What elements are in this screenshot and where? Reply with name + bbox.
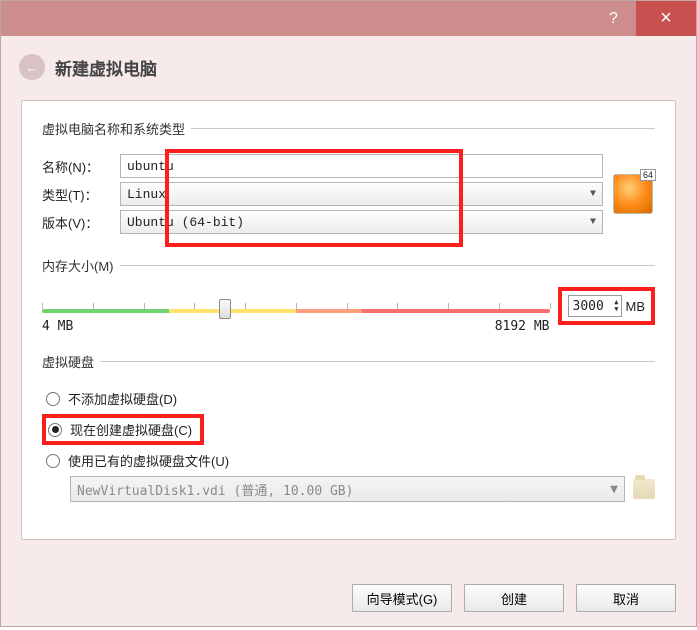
chevron-down-icon: ▼ bbox=[610, 482, 618, 497]
titlebar: ? × bbox=[1, 1, 696, 36]
name-label: 名称(N)： bbox=[42, 157, 114, 176]
chevron-down-icon: ▼ bbox=[590, 217, 596, 228]
radio-icon bbox=[46, 454, 60, 468]
chevron-down-icon: ▼ bbox=[590, 189, 596, 200]
version-label: 版本(V)： bbox=[42, 213, 114, 232]
memory-max-label: 8192 MB bbox=[495, 319, 550, 334]
slider-thumb[interactable] bbox=[219, 299, 231, 319]
radio-create-disk-label: 现在创建虚拟硬盘(C) bbox=[70, 420, 192, 439]
group-harddisk: 虚拟硬盘 不添加虚拟硬盘(D) 现在创建虚拟硬盘(C) 使用已有的虚拟硬盘文件(… bbox=[42, 352, 655, 502]
radio-create-disk[interactable]: 现在创建虚拟硬盘(C) bbox=[48, 420, 192, 439]
spinner-arrows-icon[interactable]: ▲▼ bbox=[614, 299, 618, 313]
close-button[interactable]: × bbox=[636, 1, 696, 36]
radio-existing-disk-label: 使用已有的虚拟硬盘文件(U) bbox=[68, 451, 229, 470]
os-icon: 64 bbox=[613, 174, 653, 214]
name-input[interactable]: ubuntu bbox=[120, 154, 603, 178]
type-label: 类型(T)： bbox=[42, 185, 114, 204]
version-select[interactable]: Ubuntu (64-bit) ▼ bbox=[120, 210, 603, 234]
dialog-window: ? × ← 新建虚拟电脑 虚拟电脑名称和系统类型 名称(N)： ubuntu bbox=[0, 0, 697, 627]
existing-disk-select: NewVirtualDisk1.vdi (普通, 10.00 GB) ▼ bbox=[70, 476, 625, 502]
back-button[interactable]: ← bbox=[19, 54, 45, 80]
memory-unit: MB bbox=[626, 299, 646, 314]
cancel-button[interactable]: 取消 bbox=[576, 584, 676, 612]
type-select[interactable]: Linux ▼ bbox=[120, 182, 603, 206]
memory-slider[interactable] bbox=[42, 309, 550, 313]
radio-existing-disk[interactable]: 使用已有的虚拟硬盘文件(U) bbox=[46, 451, 655, 470]
help-button[interactable]: ? bbox=[591, 1, 636, 36]
create-button[interactable]: 创建 bbox=[464, 584, 564, 612]
dialog-header: ← 新建虚拟电脑 bbox=[1, 36, 696, 90]
arch-badge: 64 bbox=[640, 169, 656, 181]
back-arrow-icon: ← bbox=[26, 60, 39, 75]
memory-min-label: 4 MB bbox=[42, 319, 73, 334]
highlight-create-disk: 现在创建虚拟硬盘(C) bbox=[42, 414, 204, 445]
radio-icon bbox=[46, 392, 60, 406]
dialog-body: 虚拟电脑名称和系统类型 名称(N)： ubuntu 类型(T)： Linux ▼ bbox=[21, 100, 676, 540]
memory-spinner[interactable]: 3000 ▲▼ bbox=[568, 295, 622, 317]
radio-icon bbox=[48, 423, 62, 437]
dialog-footer: 向导模式(G) 创建 取消 bbox=[352, 584, 676, 612]
group-harddisk-legend: 虚拟硬盘 bbox=[42, 352, 100, 371]
group-name-legend: 虚拟电脑名称和系统类型 bbox=[42, 119, 191, 138]
radio-no-disk[interactable]: 不添加虚拟硬盘(D) bbox=[46, 389, 655, 408]
expert-mode-button[interactable]: 向导模式(G) bbox=[352, 584, 452, 612]
group-memory-legend: 内存大小(M) bbox=[42, 256, 120, 275]
dialog-title: 新建虚拟电脑 bbox=[55, 55, 157, 80]
radio-no-disk-label: 不添加虚拟硬盘(D) bbox=[68, 389, 177, 408]
memory-input-highlight: 3000 ▲▼ MB bbox=[558, 287, 656, 325]
browse-disk-button bbox=[633, 479, 655, 499]
group-memory: 内存大小(M) bbox=[42, 256, 655, 334]
group-name-ostype: 虚拟电脑名称和系统类型 名称(N)： ubuntu 类型(T)： Linux ▼ bbox=[42, 119, 655, 238]
